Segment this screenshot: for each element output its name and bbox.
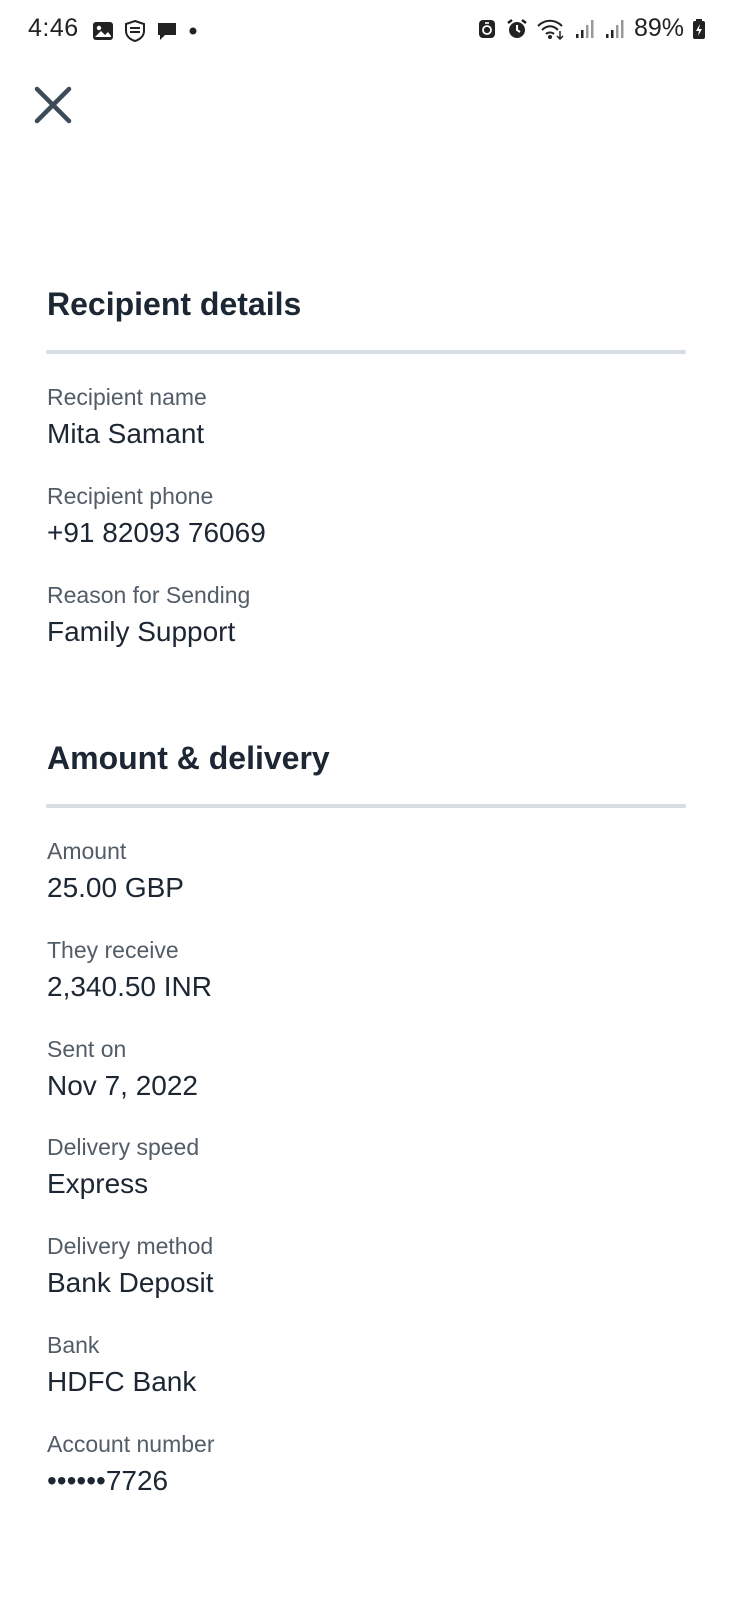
they-receive-label: They receive [47, 937, 179, 963]
signal-icon [604, 18, 626, 40]
bank-value: HDFC Bank [47, 1366, 197, 1397]
battery-percentage: 89% [633, 14, 684, 42]
delivery-divider [46, 804, 686, 808]
recipient-name-value: Mita Samant [47, 418, 205, 449]
amount-delivery-heading: Amount & delivery [47, 740, 330, 776]
dot-icon [188, 20, 198, 42]
delivery-speed-label: Delivery speed [47, 1134, 200, 1160]
recipient-divider [46, 350, 686, 354]
lock-alarm-icon [476, 18, 498, 40]
delivery-speed-value: Express [47, 1168, 149, 1199]
recipient-name-label: Recipient name [47, 384, 207, 410]
they-receive-value: 2,340.50 INR [47, 971, 212, 1002]
close-button[interactable] [30, 82, 76, 128]
reason-label: Reason for Sending [47, 582, 251, 608]
recipient-phone-label: Recipient phone [47, 483, 214, 509]
bank-label: Bank [47, 1332, 100, 1358]
signal-icon [574, 18, 596, 40]
gallery-icon [92, 20, 114, 42]
message-icon [156, 20, 178, 42]
close-icon [34, 86, 72, 124]
delivery-method-value: Bank Deposit [47, 1267, 214, 1298]
notification-icons [92, 20, 198, 42]
system-icons: 89% [476, 14, 706, 43]
recipient-phone-value: +91 82093 76069 [47, 517, 266, 548]
recipient-details-heading: Recipient details [47, 286, 302, 322]
amount-value: 25.00 GBP [47, 872, 184, 903]
sent-on-label: Sent on [47, 1036, 127, 1062]
shield-icon [124, 20, 146, 42]
delivery-method-label: Delivery method [47, 1233, 214, 1259]
battery-icon [692, 18, 706, 40]
amount-label: Amount [47, 838, 127, 864]
sent-on-value: Nov 7, 2022 [47, 1070, 198, 1101]
account-number-label: Account number [47, 1431, 215, 1457]
reason-value: Family Support [47, 616, 236, 647]
wifi-icon [536, 18, 566, 40]
status-time: 4:46 [28, 14, 79, 42]
status-bar: 4:46 89% [0, 0, 746, 64]
alarm-icon [506, 18, 528, 40]
account-number-value: ••••••7726 [47, 1465, 169, 1496]
